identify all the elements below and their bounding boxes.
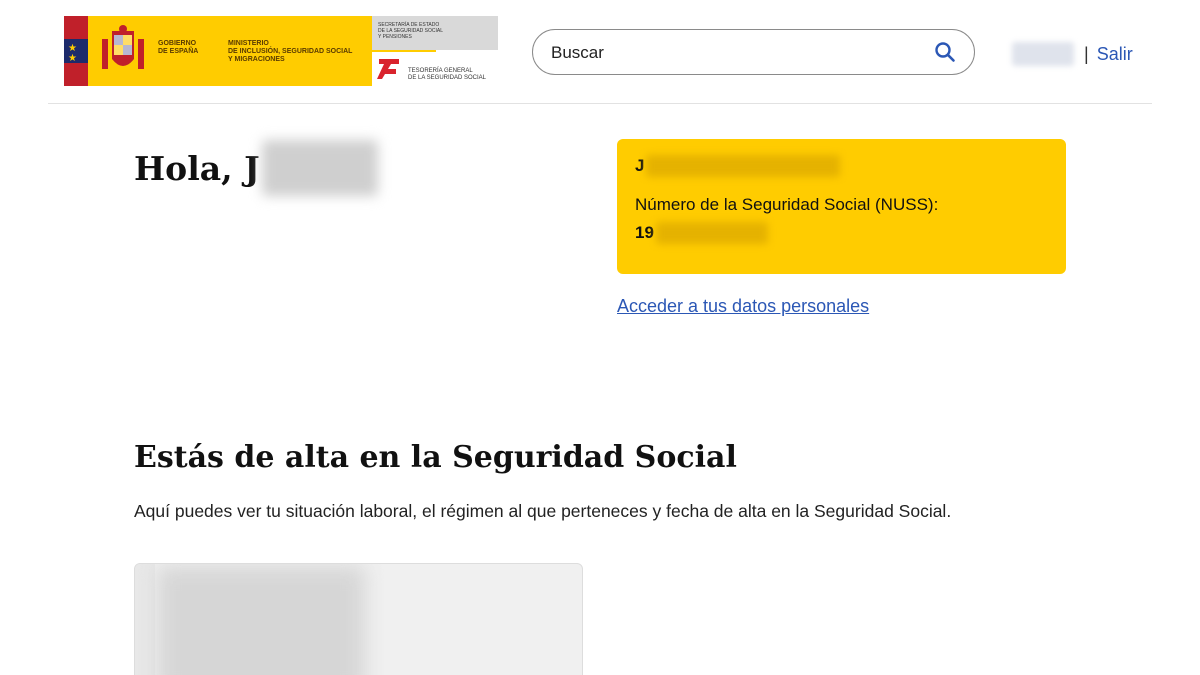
section-title: Estás de alta en la Seguridad Social [134,440,737,475]
nuss-value: 19 [635,222,768,244]
tgss-logo-icon [377,59,399,79]
greeting-name-redacted [261,140,378,196]
greeting-text: Hola, J [134,148,260,188]
greeting-heading: Hola, J [134,140,378,196]
search-box [532,29,975,75]
search-icon[interactable] [934,41,956,63]
gobierno-text: GOBIERNO DE ESPAÑA [158,40,199,55]
eu-flag-strip: ★ ★ [64,16,88,86]
status-card-accent [135,564,155,675]
logout-link[interactable]: Salir [1097,44,1133,65]
user-info-card: J Número de la Seguridad Social (NUSS): … [617,139,1066,274]
user-name-redacted [1012,42,1074,66]
nuss-label: Número de la Seguridad Social (NUSS): [635,195,939,214]
card-name-redacted [646,155,841,177]
tgss-block: TESORERÍA GENERAL DE LA SEGURIDAD SOCIAL [372,52,498,86]
personal-data-link[interactable]: Acceder a tus datos personales [617,296,869,317]
user-area: | Salir [1012,40,1133,68]
search-input[interactable] [551,40,911,66]
government-logo[interactable]: ★ ★ GOBIERNO DE ESPAÑA MINISTERIO DE INC… [64,16,498,86]
section-description: Aquí puedes ver tu situación laboral, el… [134,501,952,521]
employment-status-card[interactable] [134,563,583,675]
coat-of-arms-icon [102,25,144,69]
site-header: ★ ★ GOBIERNO DE ESPAÑA MINISTERIO DE INC… [0,0,1200,104]
secretary-block: SECRETARÍA DE ESTADO DE LA SEGURIDAD SOC… [372,16,498,50]
ministry-text: MINISTERIO DE INCLUSIÓN, SEGURIDAD SOCIA… [228,40,353,63]
header-divider [48,103,1152,104]
user-separator: | [1084,43,1089,64]
status-content-redacted [157,566,365,675]
nuss-redacted [655,222,768,244]
card-user-name: J [635,155,841,177]
